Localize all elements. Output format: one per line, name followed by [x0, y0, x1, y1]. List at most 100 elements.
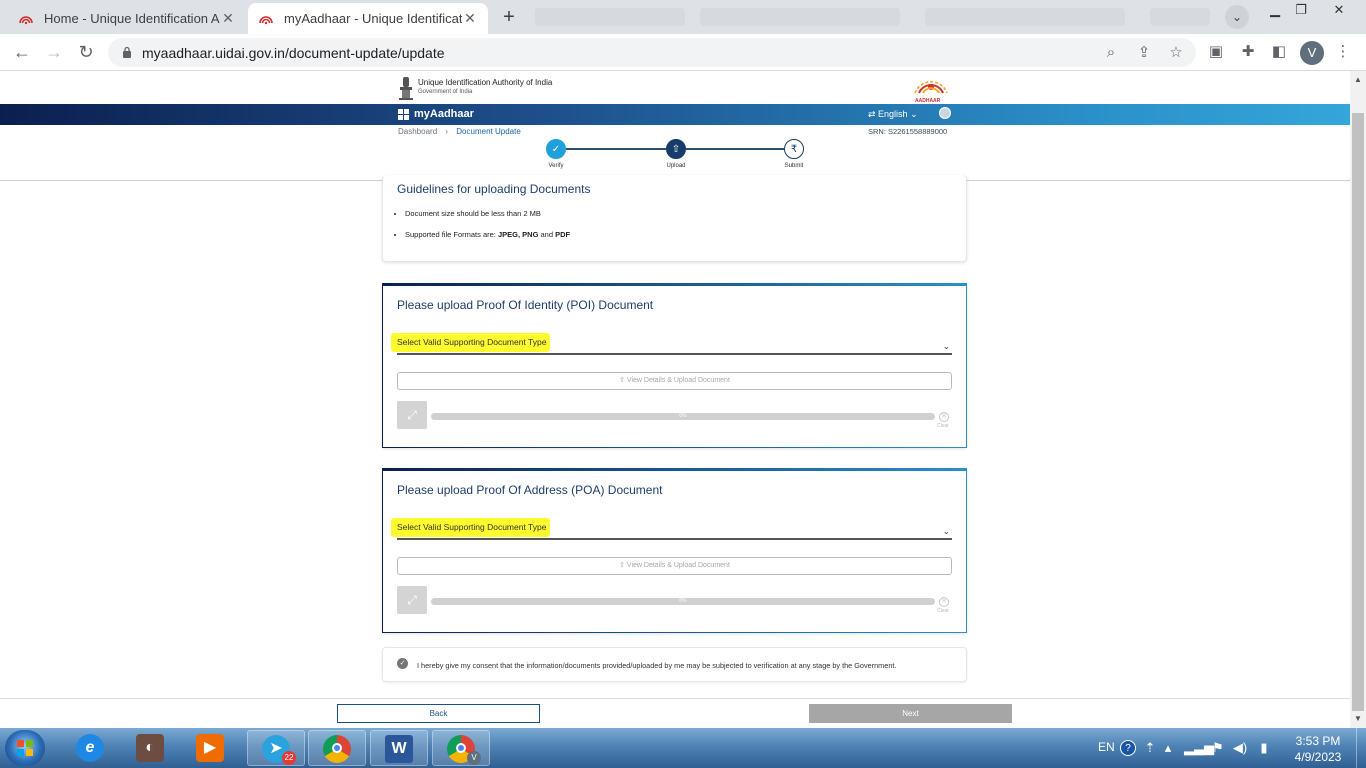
background-tab[interactable]	[535, 8, 685, 26]
next-button[interactable]: Next	[809, 704, 1012, 723]
address-bar[interactable]: myaadhaar.uidai.gov.in/document-update/u…	[108, 38, 1196, 67]
tray-chevron-icon[interactable]: ⇡	[1142, 740, 1158, 756]
poa-clear-label[interactable]: Clear	[937, 608, 949, 614]
url-text[interactable]: myaadhaar.uidai.gov.in/document-update/u…	[142, 45, 445, 61]
consent-text: I hereby give my consent that the inform…	[417, 661, 897, 670]
step-connector	[686, 148, 784, 150]
window-close-icon[interactable]: ✕	[1328, 2, 1350, 18]
page-viewport: Unique Identification Authority of India…	[0, 71, 1350, 728]
start-button[interactable]	[5, 730, 45, 766]
aadhaar-favicon-icon	[259, 15, 273, 24]
step-upload-icon: ⇧	[666, 139, 686, 159]
poi-select-placeholder[interactable]: Select Valid Supporting Document Type	[391, 333, 551, 352]
aadhaar-logo: AADHAAR	[911, 75, 951, 105]
gov-subtitle: Government of India	[418, 89, 473, 95]
consent-checkbox[interactable]: ✓	[397, 658, 408, 669]
poi-clear-label[interactable]: Clear	[937, 423, 949, 429]
poi-progress-bar: 0%	[431, 413, 935, 420]
back-arrow-icon[interactable]: ←	[11, 42, 33, 64]
close-icon[interactable]: ✕	[462, 10, 478, 27]
page-scrollbar[interactable]: ▲ ▼	[1350, 71, 1366, 728]
poa-select-placeholder[interactable]: Select Valid Supporting Document Type	[391, 518, 551, 537]
menu-kebab-icon[interactable]: ⋮	[1334, 43, 1352, 61]
scroll-thumb[interactable]	[1352, 113, 1364, 711]
taskbar-internet-explorer[interactable]: e	[62, 730, 120, 766]
share-icon[interactable]: ⇪	[1135, 44, 1153, 62]
clock-date: 4/9/2023	[1294, 750, 1342, 764]
restore-icon[interactable]: ❐	[1290, 2, 1312, 18]
battery-icon[interactable]: ▮	[1256, 740, 1272, 756]
step-label-upload: Upload	[666, 163, 686, 169]
zoom-icon[interactable]: ⌕	[1102, 44, 1120, 62]
close-icon[interactable]: ✕	[220, 10, 236, 27]
clock-time: 3:53 PM	[1295, 734, 1341, 748]
taskbar-word[interactable]: W	[370, 730, 428, 766]
extension-icon[interactable]: ▣	[1207, 43, 1225, 61]
guidelines-title: Guidelines for uploading Documents	[397, 182, 591, 196]
volume-icon[interactable]: ◀)	[1232, 740, 1248, 756]
side-panel-icon[interactable]: ◧	[1270, 43, 1288, 61]
guideline-formats: Supported file Formats are: JPEG, PNG an…	[405, 230, 570, 239]
poi-expand-icon[interactable]: ⤢	[397, 401, 427, 429]
puzzle-extensions-icon[interactable]: ✚	[1239, 43, 1257, 61]
breadcrumb-separator: ›	[445, 127, 449, 136]
background-tab[interactable]	[1150, 8, 1210, 26]
bookmark-star-icon[interactable]: ☆	[1167, 44, 1185, 62]
profile-avatar[interactable]: V	[1300, 41, 1324, 65]
poi-upload-button[interactable]: ⇧ View Details & Upload Document	[397, 372, 952, 390]
background-tab[interactable]	[925, 8, 1125, 26]
step-submit-rupee-icon: ₹	[784, 139, 804, 159]
tab-home[interactable]: Home - Unique Identification Au ✕	[8, 3, 246, 34]
taskbar-media-player[interactable]: ▶	[182, 730, 240, 766]
poi-clear-icon[interactable]: ✕	[939, 412, 949, 422]
tab-myaadhaar[interactable]: myAadhaar - Unique Identificatio ✕	[248, 3, 488, 34]
show-hidden-icons-icon[interactable]: ▴	[1160, 740, 1176, 756]
tab-title: myAadhaar - Unique Identificatio	[284, 11, 462, 26]
user-avatar-icon[interactable]	[939, 107, 951, 119]
reload-icon[interactable]: ↻	[75, 42, 97, 64]
poa-title: Please upload Proof Of Address (POA) Doc…	[397, 483, 663, 497]
internet-explorer-icon: e	[76, 734, 104, 762]
guideline-formats-pdf: PDF	[555, 230, 571, 239]
brand[interactable]: myAadhaar	[398, 108, 474, 120]
scroll-down-icon[interactable]: ▼	[1354, 715, 1362, 723]
network-signal-icon[interactable]: ▂▃▅	[1184, 740, 1214, 756]
poi-document-type-select[interactable]: Select Valid Supporting Document Type ⌄	[391, 333, 952, 355]
poi-upload-label: View Details & Upload Document	[626, 377, 730, 384]
chevron-down-icon[interactable]: ⌄	[942, 341, 950, 352]
consent-box: ✓ I hereby give my consent that the info…	[382, 647, 967, 682]
poa-expand-icon[interactable]: ⤢	[397, 586, 427, 614]
taskbar-media-center[interactable]: ◐	[122, 730, 180, 766]
forward-arrow-icon[interactable]: →	[43, 42, 65, 64]
word-icon: W	[385, 735, 413, 763]
system-clock[interactable]: 3:53 PM 4/9/2023	[1288, 733, 1348, 765]
back-button[interactable]: Back	[337, 704, 540, 723]
guideline-formats-prefix: Supported file Formats are:	[405, 230, 498, 239]
poa-upload-button[interactable]: ⇧ View Details & Upload Document	[397, 557, 952, 575]
breadcrumb-current: Document Update	[456, 127, 521, 136]
step-label-submit: Submit	[784, 163, 804, 169]
tab-search-chevron-icon[interactable]: ⌄	[1225, 5, 1249, 29]
poa-document-type-select[interactable]: Select Valid Supporting Document Type ⌄	[391, 518, 952, 540]
input-language[interactable]: EN	[1098, 740, 1115, 754]
chevron-down-icon[interactable]: ⌄	[942, 526, 950, 537]
browser-tabstrip: Home - Unique Identification Au ✕ myAadh…	[0, 0, 1366, 34]
step-label-verify: Verify	[548, 163, 564, 169]
poa-clear-icon[interactable]: ✕	[939, 597, 949, 607]
scroll-up-icon[interactable]: ▲	[1354, 76, 1362, 84]
breadcrumb-dashboard[interactable]: Dashboard	[398, 127, 437, 136]
language-selector[interactable]: ⇄ English ⌄	[868, 109, 918, 120]
taskbar-telegram[interactable]: ➤ 22	[247, 730, 305, 766]
minimize-icon[interactable]: ▁	[1264, 2, 1286, 18]
action-center-flag-icon[interactable]: ⚑	[1210, 740, 1226, 756]
taskbar-chrome-profile[interactable]: V	[432, 730, 490, 766]
upload-icon: ⇧	[619, 562, 627, 569]
taskbar-chrome[interactable]	[308, 730, 366, 766]
new-tab-button[interactable]: +	[497, 6, 521, 30]
help-icon[interactable]: ?	[1120, 740, 1136, 756]
background-tab[interactable]	[700, 8, 900, 26]
guidelines-list: Document size should be less than 2 MB S…	[405, 209, 570, 251]
telegram-unread-badge: 22	[282, 751, 296, 765]
brand-name: myAadhaar	[414, 108, 474, 120]
show-desktop-button[interactable]	[1356, 728, 1366, 768]
